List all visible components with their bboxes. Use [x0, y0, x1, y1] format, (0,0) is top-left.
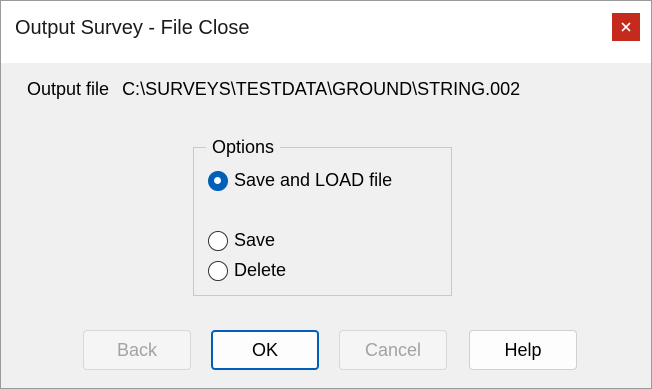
radio-save-and-load[interactable]: Save and LOAD file	[208, 170, 392, 191]
radio-delete-label: Delete	[234, 260, 287, 280]
close-icon	[620, 21, 632, 33]
output-file-label: Output file	[27, 79, 110, 99]
window-title: Output Survey - File Close	[15, 17, 250, 39]
radio-save-label: Save	[234, 230, 276, 250]
radio-selected-icon[interactable]	[208, 170, 228, 191]
output-file-row: Output file C:\SURVEYS\TESTDATA\GROUND\S…	[27, 79, 520, 100]
ok-button[interactable]: OK	[211, 330, 319, 370]
radio-save[interactable]: Save	[208, 230, 275, 251]
options-group: Options Save and LOAD file Save Delete	[193, 136, 452, 296]
radio-unselected-icon[interactable]	[208, 230, 228, 251]
close-button[interactable]	[612, 13, 640, 41]
output-file-path: C:\SURVEYS\TESTDATA\GROUND\STRING.002	[122, 79, 521, 99]
dialog-window: Output Survey - File Close Output file C…	[0, 0, 652, 389]
radio-delete[interactable]: Delete	[208, 260, 286, 281]
title-bar[interactable]: Output Survey - File Close	[1, 1, 651, 63]
radio-unselected-icon[interactable]	[208, 260, 228, 281]
radio-save-and-load-label: Save and LOAD file	[234, 170, 393, 190]
back-button[interactable]: Back	[83, 330, 191, 370]
options-legend: Options	[206, 136, 281, 158]
help-button[interactable]: Help	[469, 330, 577, 370]
cancel-button[interactable]: Cancel	[339, 330, 447, 370]
